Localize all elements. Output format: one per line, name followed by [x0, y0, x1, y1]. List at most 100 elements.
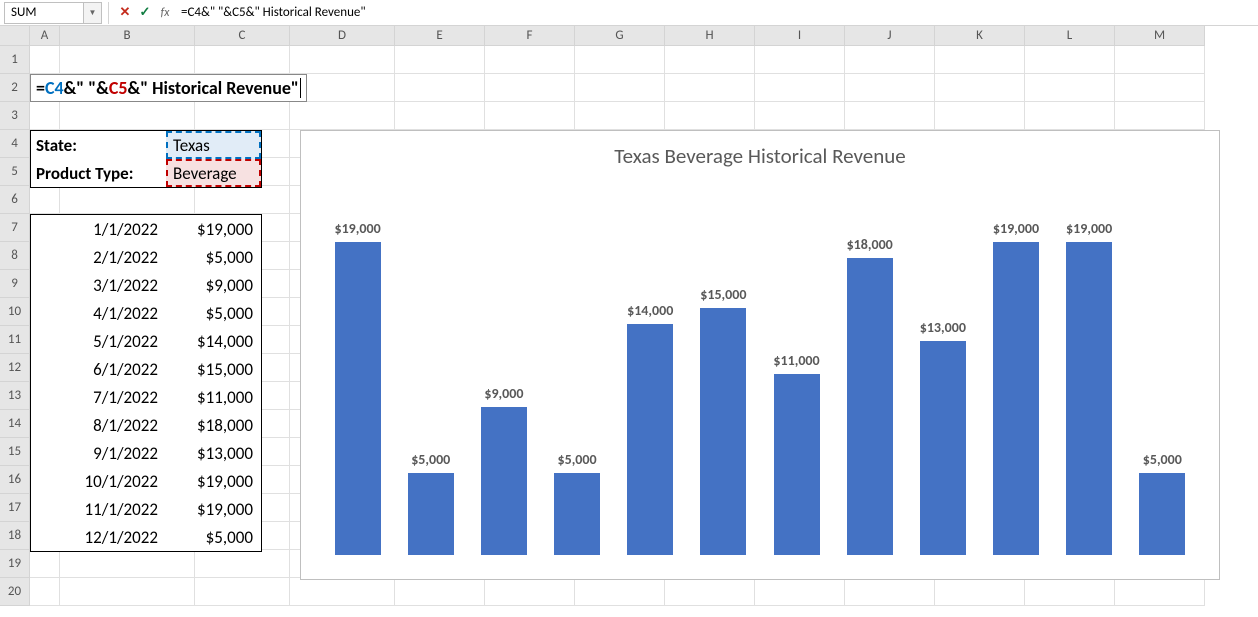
row-header-6[interactable]: 6 — [0, 186, 30, 214]
bar[interactable] — [920, 341, 966, 556]
amount-cell: $15,000 — [166, 355, 261, 383]
bar-group: $13,000 — [911, 319, 975, 556]
bar-data-label: $19,000 — [334, 220, 380, 237]
table-row[interactable]: 6/1/2022$15,000 — [31, 355, 261, 383]
table-row[interactable]: 7/1/2022$11,000 — [31, 383, 261, 411]
cells-area[interactable]: =C4&" "&C5&" Historical Revenue" State: … — [30, 46, 1258, 606]
product-type-label: Product Type: — [31, 159, 166, 187]
bar[interactable] — [627, 324, 673, 555]
row-header-2[interactable]: 2 — [0, 74, 30, 102]
column-header-m[interactable]: M — [1115, 26, 1205, 46]
table-row[interactable]: 1/1/2022$19,000 — [31, 215, 261, 243]
row-header-18[interactable]: 18 — [0, 522, 30, 550]
table-row[interactable]: 9/1/2022$13,000 — [31, 439, 261, 467]
table-row[interactable]: 5/1/2022$14,000 — [31, 327, 261, 355]
row-header-19[interactable]: 19 — [0, 550, 30, 578]
formula-input[interactable] — [175, 2, 1258, 24]
date-cell: 8/1/2022 — [31, 411, 166, 439]
cancel-icon[interactable]: ✕ — [115, 2, 135, 24]
table-row[interactable]: 12/1/2022$5,000 — [31, 523, 261, 551]
row-header-8[interactable]: 8 — [0, 242, 30, 270]
bar[interactable] — [335, 242, 381, 556]
amount-cell: $5,000 — [166, 523, 261, 551]
bar[interactable] — [408, 473, 454, 556]
column-header-j[interactable]: J — [845, 26, 935, 46]
formula-bar: SUM ▼ ✕ ✓ fx — [0, 0, 1258, 26]
date-cell: 9/1/2022 — [31, 439, 166, 467]
bar[interactable] — [847, 258, 893, 555]
amount-cell: $5,000 — [166, 243, 261, 271]
bar-data-label: $19,000 — [1066, 220, 1112, 237]
row-header-9[interactable]: 9 — [0, 270, 30, 298]
row-header-5[interactable]: 5 — [0, 158, 30, 186]
date-cell: 10/1/2022 — [31, 467, 166, 495]
bar-group: $19,000 — [326, 220, 390, 556]
date-cell: 7/1/2022 — [31, 383, 166, 411]
row-header-3[interactable]: 3 — [0, 102, 30, 130]
column-headers: ABCDEFGHIJKLM — [0, 26, 1258, 46]
date-cell: 11/1/2022 — [31, 495, 166, 523]
bar[interactable] — [1139, 473, 1185, 556]
date-cell: 5/1/2022 — [31, 327, 166, 355]
name-box[interactable]: SUM — [4, 2, 84, 24]
row-header-1[interactable]: 1 — [0, 46, 30, 74]
row-header-17[interactable]: 17 — [0, 494, 30, 522]
table-row[interactable]: 11/1/2022$19,000 — [31, 495, 261, 523]
divider — [108, 2, 109, 24]
table-row[interactable]: 8/1/2022$18,000 — [31, 411, 261, 439]
spreadsheet-grid: ABCDEFGHIJKLM 12345678910111213141516171… — [0, 26, 1258, 606]
bar[interactable] — [554, 473, 600, 556]
date-cell: 12/1/2022 — [31, 523, 166, 551]
product-type-value-cell[interactable]: Beverage — [166, 159, 261, 187]
enter-icon[interactable]: ✓ — [135, 2, 155, 24]
amount-cell: $14,000 — [166, 327, 261, 355]
bar[interactable] — [993, 242, 1039, 556]
bar-data-label: $14,000 — [627, 302, 673, 319]
amount-cell: $5,000 — [166, 299, 261, 327]
column-header-g[interactable]: G — [575, 26, 665, 46]
name-box-dropdown[interactable]: ▼ — [84, 2, 102, 24]
bar-group: $18,000 — [838, 236, 902, 555]
state-value-cell[interactable]: Texas — [166, 131, 261, 159]
table-row[interactable]: 4/1/2022$5,000 — [31, 299, 261, 327]
row-header-15[interactable]: 15 — [0, 438, 30, 466]
column-header-c[interactable]: C — [195, 26, 290, 46]
table-row[interactable]: 3/1/2022$9,000 — [31, 271, 261, 299]
bar-group: $19,000 — [1057, 220, 1121, 556]
table-row[interactable]: 2/1/2022$5,000 — [31, 243, 261, 271]
amount-cell: $9,000 — [166, 271, 261, 299]
column-header-f[interactable]: F — [485, 26, 575, 46]
column-header-a[interactable]: A — [30, 26, 60, 46]
column-header-i[interactable]: I — [755, 26, 845, 46]
column-header-l[interactable]: L — [1025, 26, 1115, 46]
row-header-4[interactable]: 4 — [0, 130, 30, 158]
row-header-16[interactable]: 16 — [0, 466, 30, 494]
editing-cell-b2[interactable]: =C4&" "&C5&" Historical Revenue" — [30, 74, 307, 102]
table-row[interactable]: 10/1/2022$19,000 — [31, 467, 261, 495]
row-header-11[interactable]: 11 — [0, 326, 30, 354]
date-cell: 4/1/2022 — [31, 299, 166, 327]
bar-group: $14,000 — [618, 302, 682, 555]
row-header-20[interactable]: 20 — [0, 578, 30, 606]
column-header-b[interactable]: B — [60, 26, 195, 46]
column-header-k[interactable]: K — [935, 26, 1025, 46]
row-header-7[interactable]: 7 — [0, 214, 30, 242]
column-header-e[interactable]: E — [395, 26, 485, 46]
chart-plot-area: $19,000$5,000$9,000$5,000$14,000$15,000$… — [301, 175, 1219, 555]
bar[interactable] — [1066, 242, 1112, 556]
column-header-d[interactable]: D — [290, 26, 395, 46]
bar[interactable] — [700, 308, 746, 556]
bar[interactable] — [481, 407, 527, 556]
chart[interactable]: Texas Beverage Historical Revenue $19,00… — [300, 130, 1220, 580]
chart-title: Texas Beverage Historical Revenue — [301, 131, 1219, 175]
column-header-h[interactable]: H — [665, 26, 755, 46]
row-header-13[interactable]: 13 — [0, 382, 30, 410]
bar[interactable] — [774, 374, 820, 556]
row-header-12[interactable]: 12 — [0, 354, 30, 382]
select-all-corner[interactable] — [0, 26, 30, 46]
bar-data-label: $13,000 — [920, 319, 966, 336]
fx-icon[interactable]: fx — [155, 2, 175, 24]
row-header-10[interactable]: 10 — [0, 298, 30, 326]
row-header-14[interactable]: 14 — [0, 410, 30, 438]
amount-cell: $19,000 — [166, 467, 261, 495]
